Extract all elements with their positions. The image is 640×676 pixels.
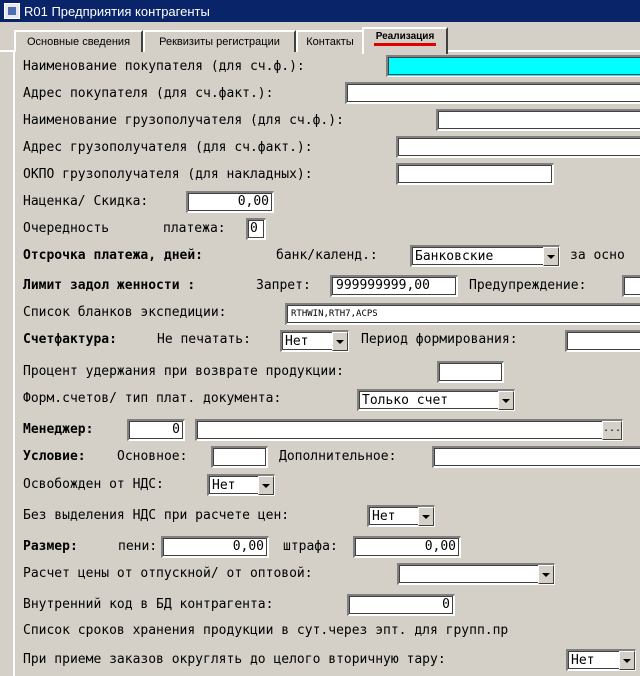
invoice-label: Счетфактура:: [23, 332, 117, 347]
no-vat-split-select[interactable]: Нет: [367, 505, 435, 527]
invoice-period-field[interactable]: [565, 330, 640, 352]
consignee-okpo-field[interactable]: [396, 163, 554, 185]
condition-extra-field[interactable]: [432, 446, 640, 468]
fine-field[interactable]: 0,00: [353, 536, 461, 558]
manager-name-field[interactable]: [195, 419, 623, 441]
doc-type-select[interactable]: Только счет: [357, 389, 515, 411]
tab-label: Контакты: [306, 36, 354, 48]
deferral-basis-label: за осно: [570, 248, 625, 263]
penalty-label: пени:: [118, 539, 158, 554]
price-calc-label: Расчет цены от отпускной/ от оптовой:: [23, 566, 313, 581]
consignee-okpo-label: ОКПО грузополучателя (для накладных):: [23, 167, 313, 182]
vat-exempt-value: Нет: [212, 478, 236, 493]
rounding-value: Нет: [571, 653, 595, 668]
payment-order-label-2: платежа:: [163, 221, 226, 236]
tab-sales[interactable]: Реализация: [362, 27, 448, 54]
condition-main-label: Основное:: [117, 449, 188, 464]
chevron-down-icon[interactable]: [543, 247, 559, 266]
buyer-address-label: Адрес покупателя (для сч.факт.):: [23, 86, 274, 101]
price-calc-select[interactable]: [397, 563, 555, 585]
fine-label: штрафа:: [283, 539, 338, 554]
invoice-period-label: Период формирования:: [361, 332, 518, 347]
consignee-name-label: Наименование грузополучателя (для сч.ф.)…: [23, 113, 344, 128]
vat-exempt-label: Освобожден от НДС:: [23, 477, 164, 492]
consignee-address-field[interactable]: [396, 136, 640, 158]
payment-order-field[interactable]: 0: [246, 218, 266, 240]
no-vat-split-value: Нет: [372, 509, 396, 524]
consignee-name-field[interactable]: [436, 109, 640, 131]
vat-exempt-select[interactable]: Нет: [207, 474, 275, 496]
tab-label: Реализация: [373, 31, 437, 46]
invoice-noprint-label: Не печатать:: [157, 332, 251, 347]
debt-ban-label: Запрет:: [256, 278, 311, 293]
buyer-name-field[interactable]: [386, 55, 640, 77]
debt-limit-label: Лимит задол женности :: [23, 278, 196, 293]
internal-code-label: Внутренний код в БД контрагента:: [23, 597, 274, 612]
no-vat-split-label: Без выделения НДС при расчете цен:: [23, 508, 290, 523]
tab-label: Реквизиты регистрации: [159, 36, 280, 48]
manager-lookup-button[interactable]: ...: [602, 421, 622, 440]
deferral-label: Отсрочка платежа, дней:: [23, 248, 204, 263]
retention-label: Процент удержания при возврате продукции…: [23, 364, 344, 379]
chevron-down-icon[interactable]: [498, 391, 514, 410]
condition-label: Условие:: [23, 449, 86, 464]
condition-extra-label: Дополнительное:: [279, 449, 397, 464]
invoice-noprint-value: Нет: [285, 334, 309, 349]
app-icon: [4, 3, 20, 19]
invoice-noprint-select[interactable]: Нет: [280, 330, 349, 352]
forms-list-field[interactable]: RTHWIN,RTH7,ACPS: [285, 303, 640, 325]
internal-code-field[interactable]: 0: [347, 594, 455, 616]
chevron-down-icon[interactable]: [619, 651, 635, 670]
markup-label: Наценка/ Скидка:: [23, 194, 149, 209]
window-title: R01 Предприятия контрагенты: [24, 3, 210, 19]
buyer-name-label: Наименование покупателя (для сч.ф.):: [23, 59, 305, 74]
penalty-field[interactable]: 0,00: [161, 536, 269, 558]
tab-registration-details[interactable]: Реквизиты регистрации: [143, 30, 296, 52]
condition-main-field[interactable]: [211, 446, 268, 468]
deferral-type-select[interactable]: Банковские: [410, 245, 560, 267]
markup-field[interactable]: 0,00: [186, 191, 274, 213]
chevron-down-icon[interactable]: [538, 565, 554, 584]
deferral-type-value: Банковские: [415, 249, 494, 264]
tab-label: Основные сведения: [26, 36, 131, 48]
rounding-label: При приеме заказов округлять до целого в…: [23, 652, 446, 667]
doc-type-value: Только счет: [362, 393, 449, 408]
forms-list-label: Список бланков экспедиции:: [23, 305, 227, 320]
chevron-down-icon[interactable]: [418, 507, 434, 526]
storage-terms-label: Список сроков хранения продукции в сут.ч…: [23, 623, 509, 638]
payment-order-label: Очередность: [23, 221, 110, 236]
retention-field[interactable]: [437, 361, 504, 383]
debt-warning-field[interactable]: [622, 275, 640, 297]
size-label: Размер:: [23, 539, 78, 554]
debt-warning-label: Предупреждение:: [469, 278, 587, 293]
tab-strip: Основные сведения Реквизиты регистрации …: [0, 22, 640, 54]
tab-basic-info[interactable]: Основные сведения: [14, 30, 143, 52]
rounding-select[interactable]: Нет: [566, 649, 636, 671]
window-titlebar: R01 Предприятия контрагенты: [0, 0, 640, 22]
tab-contacts[interactable]: Контакты: [296, 30, 364, 52]
manager-label: Менеджер:: [23, 422, 94, 437]
debt-ban-field[interactable]: 999999999,00: [330, 275, 458, 297]
chevron-down-icon[interactable]: [332, 332, 348, 351]
chevron-down-icon[interactable]: [258, 476, 274, 495]
deferral-bank-label: банк/календ.:: [276, 248, 378, 263]
buyer-address-field[interactable]: [345, 82, 640, 104]
doc-type-label: Форм.счетов/ тип плат. документа:: [23, 391, 282, 406]
consignee-address-label: Адрес грузополучателя (для сч.факт.):: [23, 140, 313, 155]
manager-code-field[interactable]: 0: [127, 419, 185, 441]
